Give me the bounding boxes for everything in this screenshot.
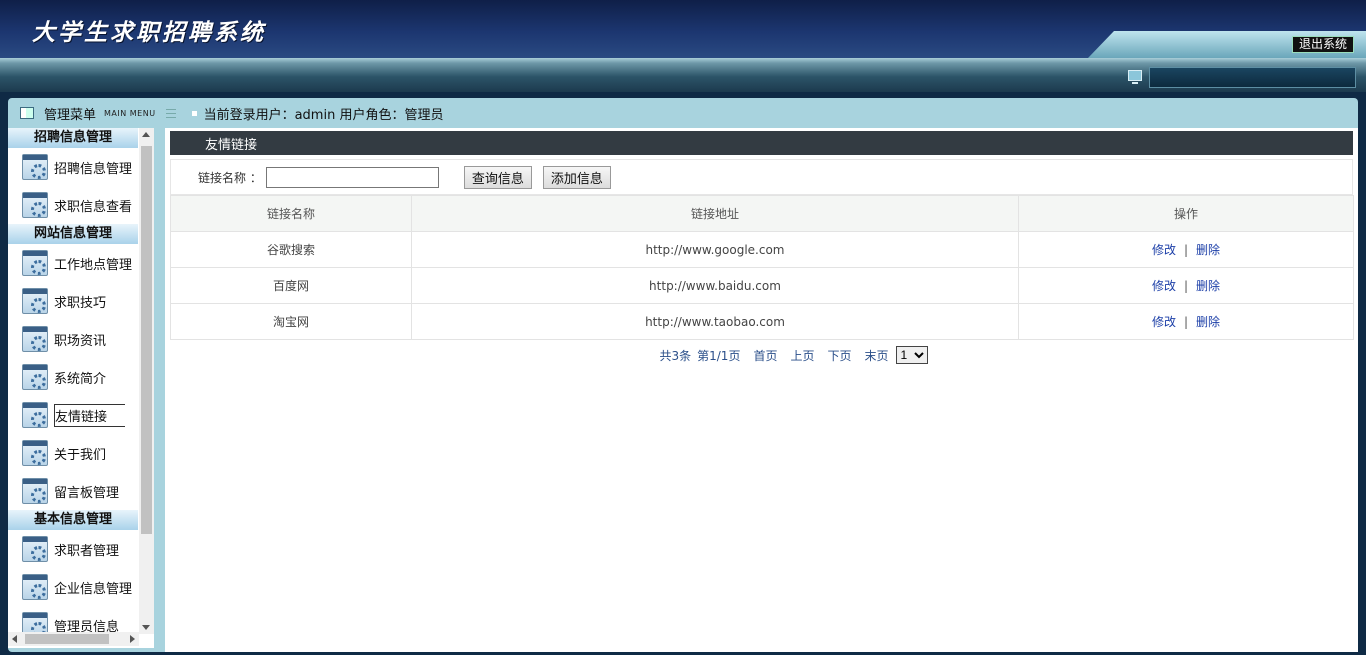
sidebar-item-about-us[interactable]: 关于我们 xyxy=(8,434,138,472)
logout-button[interactable]: 退出系统 xyxy=(1291,36,1354,53)
pager-prev[interactable]: 上页 xyxy=(790,347,814,364)
edit-link[interactable]: 修改 xyxy=(1152,315,1176,329)
page-select[interactable]: 1 xyxy=(895,346,928,364)
pager-total: 共3条 xyxy=(659,348,692,363)
sidebar-item-label: 企业信息管理 xyxy=(54,581,133,597)
action-separator: | xyxy=(1183,279,1189,293)
link-name-input[interactable] xyxy=(265,166,439,188)
sidebar-item-job-seekers[interactable]: 求职者管理 xyxy=(8,530,138,568)
sidebar-item-label: 求职信息查看 xyxy=(54,199,133,215)
delete-link[interactable]: 删除 xyxy=(1196,315,1220,329)
sidebar-item-label: 职场资讯 xyxy=(54,333,107,349)
pager-page-info: 第1/1页 xyxy=(697,348,741,363)
scrollbar-thumb[interactable] xyxy=(25,634,109,644)
gear-icon xyxy=(22,326,48,352)
sidebar-item-message-board[interactable]: 留言板管理 xyxy=(8,472,138,510)
menu-title: 管理菜单 xyxy=(44,107,97,123)
table-row: 谷歌搜索 http://www.google.com 修改 | 删除 xyxy=(170,231,1354,268)
scrollbar-thumb[interactable] xyxy=(141,146,152,534)
cell-actions: 修改 | 删除 xyxy=(1018,303,1354,340)
cell-link-name: 淘宝网 xyxy=(170,303,412,340)
gear-icon xyxy=(22,402,48,428)
delete-link[interactable]: 删除 xyxy=(1196,243,1220,257)
menu-icon xyxy=(20,107,34,119)
sidebar-item-work-location[interactable]: 工作地点管理 xyxy=(8,244,138,282)
bullet-icon xyxy=(191,110,197,116)
sidebar-horizontal-scrollbar[interactable] xyxy=(8,632,139,646)
gear-icon xyxy=(22,192,48,218)
collapse-menu-icon[interactable] xyxy=(165,108,176,118)
delete-link[interactable]: 删除 xyxy=(1196,279,1220,293)
main-frame: 管理菜单 MAIN MENU 当前登录用户：admin 用户角色：管理员 招聘信… xyxy=(8,98,1358,652)
sidebar-group-basic[interactable]: 基本信息管理 xyxy=(8,510,138,530)
pagination: 共3条 第1/1页 首页 上页 下页 末页 1 xyxy=(165,346,1358,364)
pager-last[interactable]: 末页 xyxy=(865,347,889,364)
sidebar-item-label: 留言板管理 xyxy=(54,485,120,501)
monitor-icon xyxy=(1128,70,1142,84)
column-header-name: 链接名称 xyxy=(170,195,412,232)
query-button[interactable]: 查询信息 xyxy=(463,165,532,189)
sidebar-group-website[interactable]: 网站信息管理 xyxy=(8,224,138,244)
gear-icon xyxy=(22,154,48,180)
column-header-url: 链接地址 xyxy=(411,195,1019,232)
sidebar-item-label: 招聘信息管理 xyxy=(54,161,133,177)
column-header-actions: 操作 xyxy=(1018,195,1354,232)
table-row: 淘宝网 http://www.taobao.com 修改 | 删除 xyxy=(170,303,1354,340)
sidebar-menu: 招聘信息管理 招聘信息管理 求职信息查看 网站信息管理 工作地点管理 求职技巧 … xyxy=(8,128,154,648)
sidebar-item-career-news[interactable]: 职场资讯 xyxy=(8,320,138,358)
menu-subtitle: MAIN MENU xyxy=(104,108,156,118)
cell-actions: 修改 | 删除 xyxy=(1018,231,1354,268)
cell-link-name: 谷歌搜索 xyxy=(170,231,412,268)
table-row: 百度网 http://www.baidu.com 修改 | 删除 xyxy=(170,267,1354,304)
panel-title: 友情链接 xyxy=(170,131,1353,155)
pager-first[interactable]: 首页 xyxy=(753,347,777,364)
scroll-right-icon[interactable] xyxy=(130,635,135,643)
header-search-bar[interactable] xyxy=(1149,67,1356,88)
sidebar-item-label: 求职者管理 xyxy=(54,543,120,559)
content-area: 友情链接 链接名称 ： 查询信息 添加信息 链接名称 链接地址 操作 谷歌搜索 xyxy=(165,128,1358,652)
gear-icon xyxy=(22,574,48,600)
sidebar-item-friend-links[interactable]: 友情链接 xyxy=(8,396,138,434)
sidebar-item-system-intro[interactable]: 系统简介 xyxy=(8,358,138,396)
gear-icon xyxy=(22,478,48,504)
gear-icon xyxy=(22,440,48,466)
search-label: 链接名称 ： xyxy=(198,170,262,185)
gear-icon xyxy=(22,288,48,314)
sidebar-item-job-seek-view[interactable]: 求职信息查看 xyxy=(8,186,138,224)
cell-link-name: 百度网 xyxy=(170,267,412,304)
cell-link-url: http://www.baidu.com xyxy=(411,267,1019,304)
gear-icon xyxy=(22,250,48,276)
sidebar-item-label: 工作地点管理 xyxy=(54,257,133,273)
current-user-info: 当前登录用户：admin 用户角色：管理员 xyxy=(203,107,444,123)
gear-icon xyxy=(22,364,48,390)
sidebar-group-recruit[interactable]: 招聘信息管理 xyxy=(8,128,138,148)
sidebar-item-recruit-manage[interactable]: 招聘信息管理 xyxy=(8,148,138,186)
sidebar-vertical-scrollbar[interactable] xyxy=(139,128,154,634)
sidebar-item-label: 求职技巧 xyxy=(54,295,107,311)
action-separator: | xyxy=(1183,243,1189,257)
gear-icon xyxy=(22,536,48,562)
sidebar-item-job-tips[interactable]: 求职技巧 xyxy=(8,282,138,320)
cell-link-url: http://www.google.com xyxy=(411,231,1019,268)
scroll-up-icon[interactable] xyxy=(142,132,150,137)
table-header-row: 链接名称 链接地址 操作 xyxy=(170,195,1354,232)
scroll-left-icon[interactable] xyxy=(12,635,17,643)
app-title: 大学生求职招聘系统 xyxy=(32,19,266,46)
top-header: 大学生求职招聘系统 退出系统 xyxy=(0,0,1366,58)
pager-next[interactable]: 下页 xyxy=(827,347,851,364)
edit-link[interactable]: 修改 xyxy=(1152,279,1176,293)
add-button[interactable]: 添加信息 xyxy=(542,165,611,189)
scroll-down-icon[interactable] xyxy=(142,625,150,630)
cell-actions: 修改 | 删除 xyxy=(1018,267,1354,304)
sidebar-item-label: 关于我们 xyxy=(54,447,107,463)
frame-titlebar: 管理菜单 MAIN MENU 当前登录用户：admin 用户角色：管理员 xyxy=(8,98,1358,128)
cell-link-url: http://www.taobao.com xyxy=(411,303,1019,340)
sidebar-item-companies[interactable]: 企业信息管理 xyxy=(8,568,138,606)
search-row: 链接名称 ： 查询信息 添加信息 xyxy=(170,159,1353,195)
sidebar-item-label: 友情链接 xyxy=(54,403,126,427)
action-separator: | xyxy=(1183,315,1189,329)
sidebar-item-label: 系统简介 xyxy=(54,371,107,387)
edit-link[interactable]: 修改 xyxy=(1152,243,1176,257)
links-table: 链接名称 链接地址 操作 谷歌搜索 http://www.google.com … xyxy=(170,195,1354,340)
